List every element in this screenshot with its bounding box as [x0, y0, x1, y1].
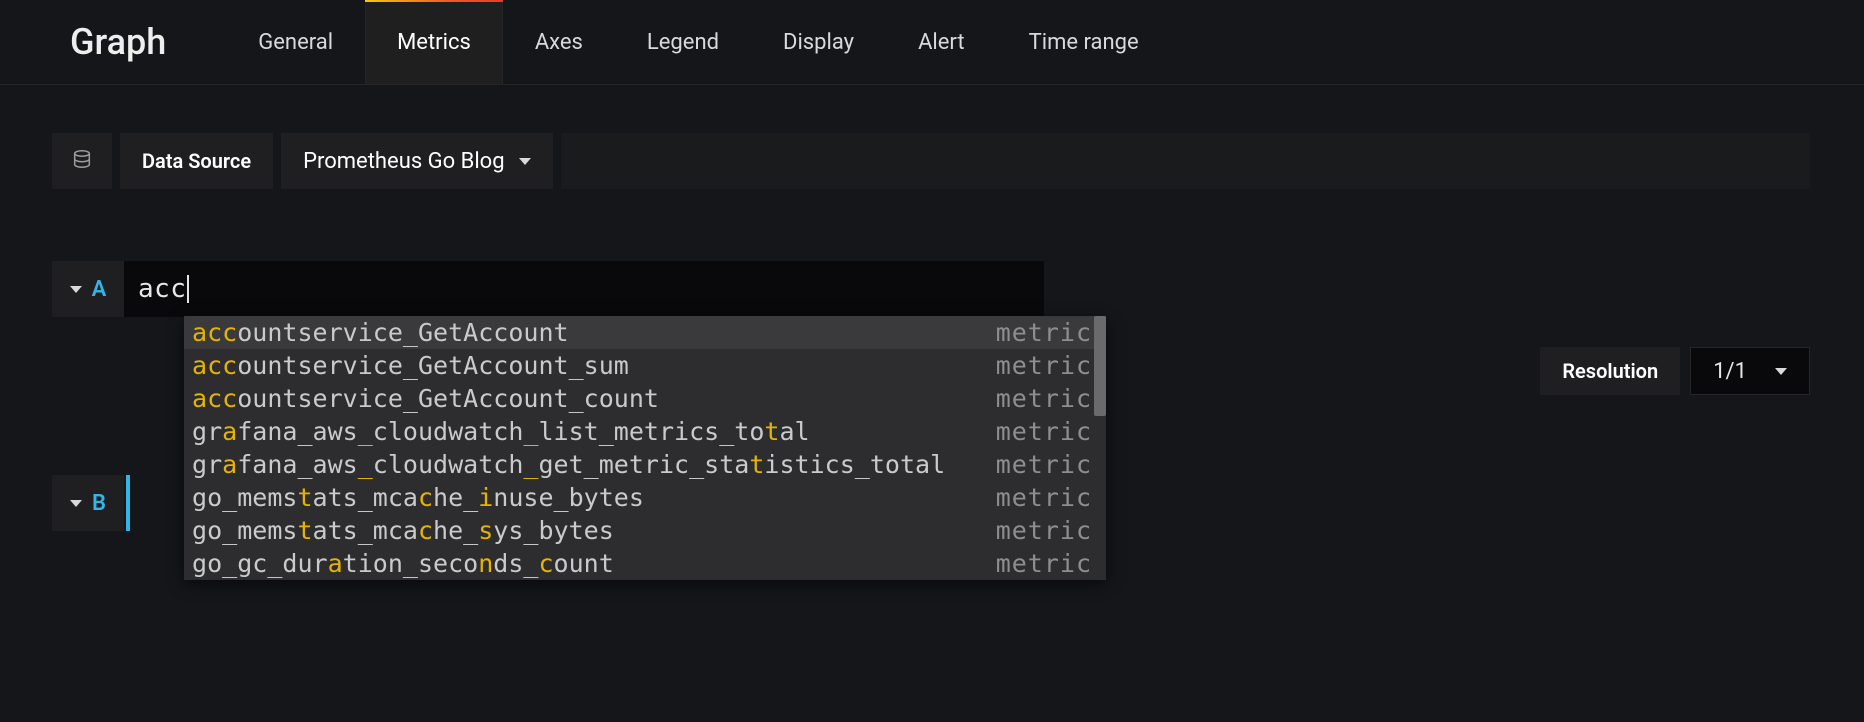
datasource-icon-box — [52, 133, 112, 189]
resolution-row: Resolution 1/1 — [1540, 347, 1810, 395]
datasource-picker[interactable]: Prometheus Go Blog — [281, 133, 553, 189]
tab-general[interactable]: General — [226, 0, 365, 85]
suggestion-name: accountservice_GetAccount — [192, 318, 569, 347]
suggestion-name: go_memstats_mcache_sys_bytes — [192, 516, 614, 545]
chevron-down-icon — [70, 286, 82, 293]
tab-axes[interactable]: Axes — [503, 0, 615, 85]
tab-display[interactable]: Display — [751, 0, 886, 85]
suggestion-item[interactable]: grafana_aws_cloudwatch_get_metric_statis… — [184, 448, 1106, 481]
datasource-row: Data Source Prometheus Go Blog — [52, 133, 1864, 189]
resolution-value: 1/1 — [1713, 359, 1747, 384]
metric-suggestions: accountservice_GetAccountmetricaccountse… — [184, 316, 1106, 580]
tab-metrics[interactable]: Metrics — [365, 0, 503, 85]
scrollbar-thumb[interactable] — [1094, 316, 1106, 416]
query-accent-bar — [126, 475, 130, 531]
tab-legend[interactable]: Legend — [615, 0, 751, 85]
chevron-down-icon — [70, 500, 82, 507]
query-input-a[interactable]: acc — [124, 261, 1044, 317]
panel-type-title: Graph — [70, 21, 166, 63]
tab-time-range[interactable]: Time range — [997, 0, 1171, 85]
suggestion-item[interactable]: accountservice_GetAccount_count metric — [184, 382, 1106, 415]
suggestion-item[interactable]: go_memstats_mcache_sys_bytes metric — [184, 514, 1106, 547]
suggestion-item[interactable]: go_gc_duration_seconds_count metric — [184, 547, 1106, 580]
suggestion-name: go_memstats_mcache_inuse_bytes — [192, 483, 644, 512]
query-row-a: A acc — [52, 261, 1864, 317]
metrics-editor-body: Data Source Prometheus Go Blog A acc acc… — [0, 85, 1864, 531]
suggestion-name: grafana_aws_cloudwatch_list_metrics_tota… — [192, 417, 810, 446]
suggestion-type: metric — [996, 450, 1092, 479]
datasource-row-tail — [561, 133, 1810, 189]
suggestion-name: grafana_aws_cloudwatch_get_metric_statis… — [192, 450, 945, 479]
tab-alert[interactable]: Alert — [886, 0, 997, 85]
suggestion-type: metric — [996, 516, 1092, 545]
chevron-down-icon — [1775, 368, 1787, 375]
query-letter-a: A — [92, 277, 107, 302]
text-cursor — [187, 275, 189, 303]
panel-editor-tabbar: Graph GeneralMetricsAxesLegendDisplayAle… — [0, 0, 1864, 85]
suggestion-type: metric — [996, 351, 1092, 380]
chevron-down-icon — [519, 158, 531, 165]
query-rows: A acc accountservice_GetAccountmetricacc… — [52, 261, 1864, 531]
suggestion-name: accountservice_GetAccount_sum — [192, 351, 629, 380]
query-letter-b: B — [92, 491, 106, 516]
suggestion-item[interactable]: accountservice_GetAccount metric — [184, 316, 1106, 349]
suggestion-item[interactable]: accountservice_GetAccount_sum metric — [184, 349, 1106, 382]
suggestion-type: metric — [996, 417, 1092, 446]
suggestion-type: metric — [996, 318, 1092, 347]
datasource-selected: Prometheus Go Blog — [303, 149, 505, 174]
query-toggle-a[interactable]: A — [52, 261, 124, 317]
resolution-label: Resolution — [1540, 347, 1680, 395]
suggestion-type: metric — [996, 549, 1092, 578]
datasource-label: Data Source — [120, 133, 273, 189]
suggestion-name: accountservice_GetAccount_count — [192, 384, 659, 413]
suggestion-item[interactable]: go_memstats_mcache_inuse_bytes metric — [184, 481, 1106, 514]
suggestion-item[interactable]: grafana_aws_cloudwatch_list_metrics_tota… — [184, 415, 1106, 448]
suggestion-name: go_gc_duration_seconds_count — [192, 549, 614, 578]
suggestion-type: metric — [996, 483, 1092, 512]
query-toggle-b[interactable]: B — [52, 475, 124, 531]
suggestion-type: metric — [996, 384, 1092, 413]
database-icon — [71, 148, 93, 174]
query-input-a-text: acc — [138, 274, 186, 304]
resolution-picker[interactable]: 1/1 — [1690, 347, 1810, 395]
